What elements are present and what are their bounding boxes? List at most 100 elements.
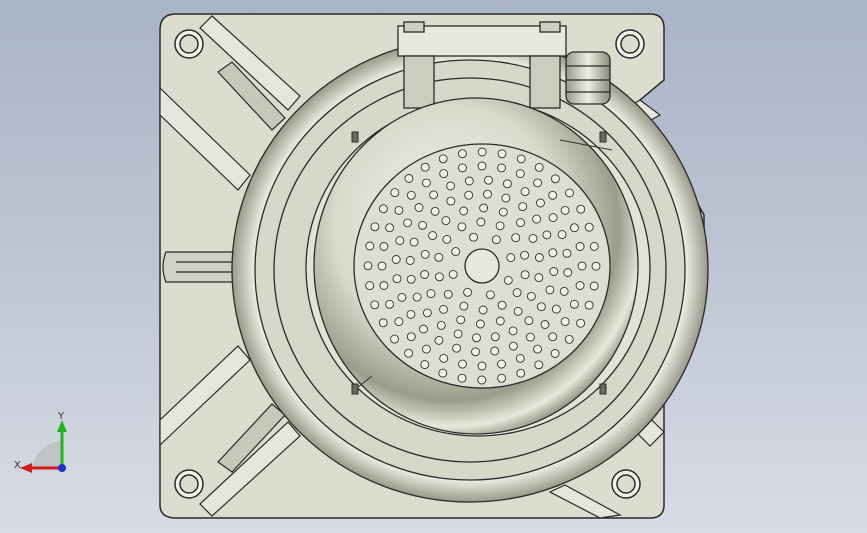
vent-hole [378,204,388,214]
vent-hole [404,174,414,183]
vent-hole [548,332,558,342]
vent-hole [490,332,500,342]
vent-hole [536,302,546,312]
vent-hole [569,299,579,309]
vent-hole [495,221,505,231]
vent-hole [485,290,495,300]
vent-hole [420,270,430,279]
vent-hole [469,232,479,242]
vent-hole [559,286,569,296]
vent-hole [426,289,436,299]
vent-hole [548,213,558,223]
vent-hole [477,161,487,171]
vent-hole [520,187,530,197]
vent-hole [589,281,599,291]
vent-hole [477,361,487,371]
vent-hole [421,344,431,354]
vent-hole [421,178,431,188]
vent-hole [439,304,448,314]
vent-hole [434,335,444,345]
vent-hole [404,348,414,358]
vent-hole [378,318,388,328]
vent-hole [406,332,416,342]
vent-hole [562,248,572,258]
vent-hole [589,241,599,251]
vent-hole [524,316,534,326]
vent-hole [563,268,573,277]
vent-hole [498,207,508,217]
vent-hole [484,175,493,185]
vent-hole [503,275,513,285]
vent-hole [458,163,467,173]
vent-hole [392,274,402,284]
vent-hole [464,176,474,186]
vent-hole [451,247,461,257]
vent-hole [549,267,559,276]
vent-hole [569,223,579,233]
vent-hole [385,299,395,309]
vent-hole [442,234,452,244]
vent-hole [394,205,404,215]
vent-hole [394,317,404,327]
graphics-viewport[interactable]: Y X [0,0,867,533]
vent-hole [491,235,501,245]
vent-hole [516,368,526,378]
vent-hole [502,179,512,189]
vent-hole [528,233,538,243]
vent-hole [512,288,522,298]
vent-hole [508,326,518,336]
orientation-triad[interactable]: Y X [12,410,82,480]
vent-hole [575,281,585,290]
vent-hole [439,353,449,363]
vent-hole [420,162,430,172]
vent-hole [497,149,507,159]
vent-hole [403,218,413,228]
vent-hole [456,315,466,325]
vent-hole [365,281,375,291]
vent-hole [379,242,389,251]
vent-hole [576,204,586,214]
vent-hole [497,373,507,383]
y-axis-label: Y [57,411,65,422]
vent-hole [508,341,518,351]
vent-hole [463,287,473,297]
cable-gland [565,51,611,105]
vent-hole [412,292,422,302]
vent-hole [434,272,444,282]
vent-hole [575,242,585,251]
vent-hole [564,334,574,344]
vent-hole [379,281,389,290]
vent-hole [483,189,492,199]
vent-hole [551,304,561,314]
vent-hole [476,217,486,227]
vent-hole [584,300,594,310]
vent-hole [457,373,467,383]
vent-hole [477,147,487,157]
z-axis-dot [58,464,66,472]
vent-hole [471,347,480,357]
vent-hole [497,300,507,310]
vent-hole [533,178,543,188]
center-hub [464,248,500,284]
vent-hole [516,218,525,228]
vent-hole [434,252,444,262]
vent-hole [458,359,467,369]
vent-hole [439,169,449,179]
vent-hole [478,305,488,315]
triad-plane [32,440,62,468]
vent-hole [542,230,552,240]
vent-hole [501,193,511,203]
vent-hole [443,289,453,299]
vent-hole [419,324,428,334]
motor-model[interactable] [0,0,867,533]
vent-hole [438,154,448,164]
vent-hole [520,270,530,280]
vent-hole [414,203,424,212]
vent-hole [548,248,558,258]
vent-hole [409,237,419,247]
vent-hole [370,222,380,232]
vent-hole [548,190,558,200]
vent-hole [464,190,474,200]
vent-hole [377,261,387,271]
vent-hole [526,291,536,301]
